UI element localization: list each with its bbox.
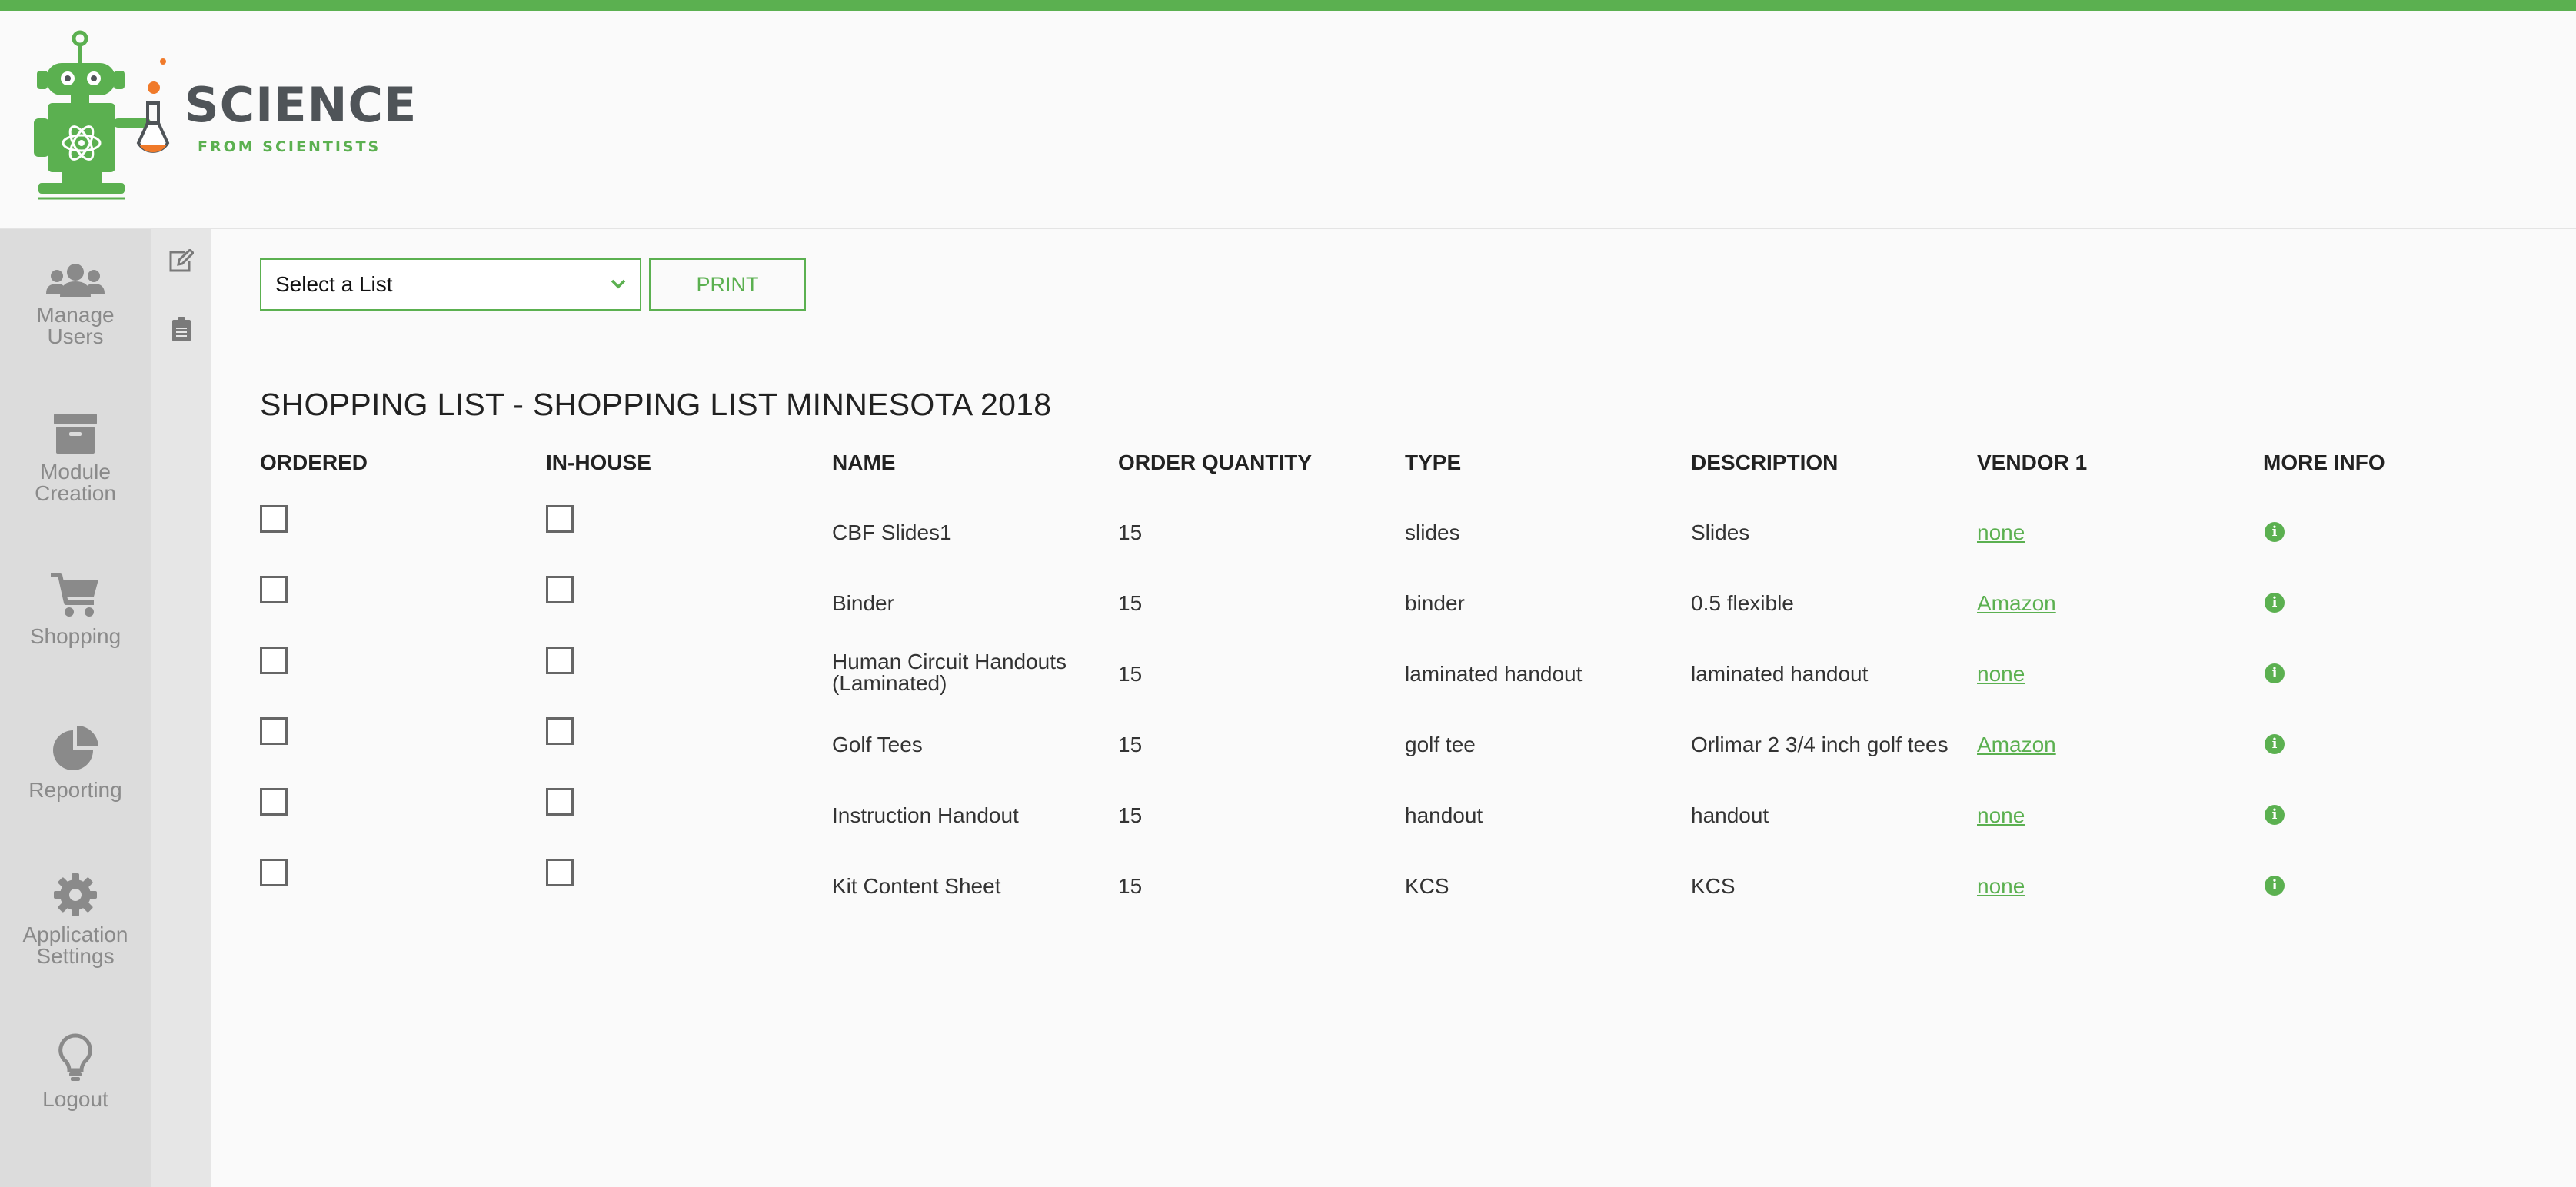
ordered-checkbox[interactable] [260,717,288,745]
pie-chart-icon [53,726,98,770]
ordered-checkbox[interactable] [260,576,288,603]
top-accent-bar [0,0,2576,11]
info-icon[interactable]: i [2265,805,2285,825]
item-description: KCS [1691,874,1736,898]
sidebar-item-label: Shopping [29,624,121,648]
info-icon[interactable]: i [2265,663,2285,683]
column-header-type: TYPE [1405,451,1462,474]
brand-subtitle: FROM SCIENTISTS [198,138,381,155]
in-house-checkbox[interactable] [546,505,574,533]
vendor-link[interactable]: none [1977,662,2025,687]
lightbulb-icon [58,1033,92,1081]
column-header-ordered: ORDERED [260,451,368,474]
sidebar-item-label: Settings [36,944,115,968]
item-type: handout [1405,803,1483,827]
order-quantity: 15 [1118,520,1143,544]
item-name: Binder [832,591,894,615]
sub-sidebar [151,229,211,1187]
vendor-link[interactable]: Amazon [1977,733,2056,757]
order-quantity: 15 [1118,874,1143,898]
in-house-checkbox[interactable] [546,788,574,816]
item-name: Instruction Handout [832,803,1019,827]
item-name: CBF Slides1 [832,520,952,544]
item-description: laminated handout [1691,662,1869,686]
item-name: Kit Content Sheet [832,874,1001,898]
sidebar-item-logout[interactable]: Logout [0,1033,151,1110]
brand-title: SCIENCE [185,77,418,133]
column-header-in-house: IN-HOUSE [546,451,651,474]
info-icon[interactable]: i [2265,734,2285,754]
item-description: Orlimar 2 3/4 inch golf tees [1691,733,1949,756]
item-name: Human Circuit Handouts (Laminated) [832,650,1067,695]
column-header-order-quantity: ORDER QUANTITY [1118,451,1312,474]
order-quantity: 15 [1118,662,1143,686]
sidebar-item-label: Reporting [28,778,122,802]
sidebar-item-label: Application [22,923,128,946]
item-type: laminated handout [1405,662,1583,686]
clipboard-icon[interactable] [172,317,191,345]
in-house-checkbox[interactable] [546,859,574,886]
sidebar-item-label: Logout [42,1087,108,1111]
vendor-link[interactable]: none [1977,520,2025,545]
sidebar-item-shopping[interactable]: Shopping [0,572,151,647]
info-icon[interactable]: i [2265,522,2285,542]
header: SCIENCE FROM SCIENTISTS [0,11,2576,229]
in-house-checkbox[interactable] [546,717,574,745]
column-header-vendor: VENDOR 1 [1977,451,2088,474]
archive-box-icon [54,414,97,454]
vendor-link[interactable]: Amazon [1977,591,2056,616]
users-icon [46,264,105,297]
ordered-checkbox[interactable] [260,859,288,886]
item-description: 0.5 flexible [1691,591,1794,615]
sidebar-item-module-creation[interactable]: Module Creation [0,414,151,504]
vendor-link[interactable]: none [1977,874,2025,899]
shopping-cart-icon [51,573,98,617]
item-name: Golf Tees [832,733,923,756]
column-header-more-info: MORE INFO [2263,451,2385,474]
in-house-checkbox[interactable] [546,647,574,674]
sidebar-item-label: Users [47,324,104,348]
item-type: slides [1405,520,1460,544]
gear-icon [54,873,97,916]
ordered-checkbox[interactable] [260,788,288,816]
ordered-checkbox[interactable] [260,505,288,533]
item-type: KCS [1405,874,1449,898]
list-select[interactable]: Select a List [260,258,641,311]
sidebar-item-application-settings[interactable]: Application Settings [0,873,151,967]
item-type: golf tee [1405,733,1476,756]
sidebar-item-label: Creation [35,481,116,505]
in-house-checkbox[interactable] [546,576,574,603]
ordered-checkbox[interactable] [260,647,288,674]
info-icon[interactable]: i [2265,593,2285,613]
item-description: Slides [1691,520,1750,544]
order-quantity: 15 [1118,803,1143,827]
print-button[interactable]: PRINT [649,258,806,311]
item-description: handout [1691,803,1769,827]
list-select-value: Select a List [275,272,393,296]
item-type: binder [1405,591,1465,615]
edit-icon[interactable] [168,248,195,278]
order-quantity: 15 [1118,733,1143,756]
vendor-link[interactable]: none [1977,803,2025,828]
column-header-description: DESCRIPTION [1691,451,1839,474]
chevron-down-icon [611,279,626,289]
page-title: SHOPPING LIST - SHOPPING LIST MINNESOTA … [260,387,1052,422]
sidebar-item-reporting[interactable]: Reporting [0,726,151,801]
info-icon[interactable]: i [2265,876,2285,896]
order-quantity: 15 [1118,591,1143,615]
sidebar-item-label: Manage [36,303,115,327]
sidebar-item-label: Module [40,460,111,484]
sidebar-item-manage-users[interactable]: Manage Users [0,263,151,347]
column-header-name: NAME [832,451,896,474]
robot-logo[interactable] [31,28,185,208]
